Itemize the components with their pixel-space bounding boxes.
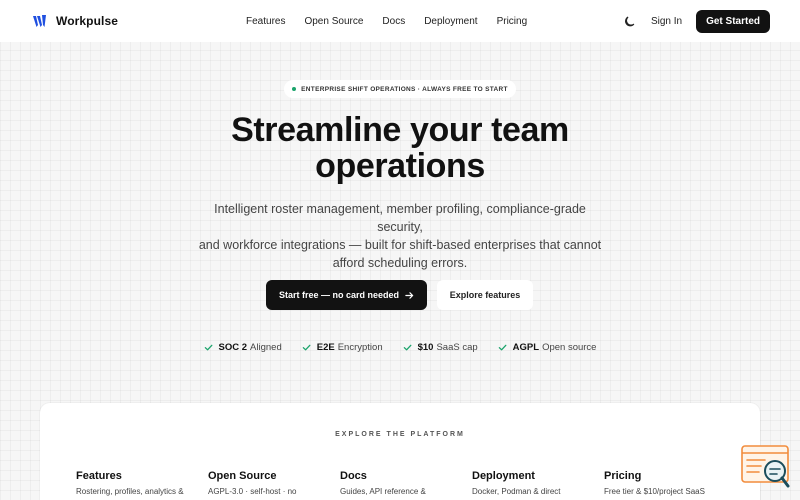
nav-link-open-source[interactable]: Open Source <box>304 16 363 27</box>
nav-links: Features Open Source Docs Deployment Pri… <box>246 0 527 42</box>
explore-features-button[interactable]: Explore features <box>437 280 533 310</box>
check-icon <box>498 343 507 352</box>
platform-col-title: Features <box>76 470 122 482</box>
badge-strong: SOC 2 <box>218 341 248 353</box>
badge-strong: E2E <box>316 341 335 353</box>
top-nav: Workpulse Features Open Source Docs Depl… <box>0 0 800 42</box>
hero-subtext: Intelligent roster management, member pr… <box>196 200 604 272</box>
platform-col-features[interactable]: Features Rostering, profiles, analytics … <box>76 470 208 497</box>
platform-col-desc: Free tier & $10/project SaaS <box>604 487 705 496</box>
platform-columns: Features Rostering, profiles, analytics … <box>76 470 736 497</box>
platform-col-desc: Rostering, profiles, analytics & <box>76 487 184 496</box>
badge-e2e: E2E Encryption <box>302 342 383 353</box>
start-free-button[interactable]: Start free — no card needed <box>266 280 427 310</box>
brand-logo[interactable]: Workpulse <box>32 13 118 29</box>
sign-in-link[interactable]: Sign In <box>651 16 682 27</box>
start-free-label: Start free — no card needed <box>278 290 400 300</box>
explore-platform-card: EXPLORE THE PLATFORM Features Rostering,… <box>40 403 760 500</box>
platform-col-title: Open Source <box>208 470 277 482</box>
badge-text: Encryption <box>337 341 383 353</box>
hero-subtext-line3: afford scheduling errors. <box>332 256 468 270</box>
get-started-button[interactable]: Get Started <box>696 9 770 33</box>
nav-link-deployment[interactable]: Deployment <box>424 16 477 27</box>
hero-headline: Streamline your team operations <box>150 112 650 184</box>
platform-col-open-source[interactable]: Open Source AGPL-3.0 · self-host · no <box>208 470 340 497</box>
badge-text: SaaS cap <box>436 341 478 353</box>
chat-search-icon <box>741 444 791 490</box>
platform-col-deployment[interactable]: Deployment Docker, Podman & direct <box>472 470 604 497</box>
nav-link-docs[interactable]: Docs <box>382 16 405 27</box>
platform-col-desc: Docker, Podman & direct <box>472 487 561 496</box>
trust-badges: SOC 2 Aligned E2E Encryption $10 SaaS cap A… <box>0 339 800 355</box>
platform-col-desc: AGPL-3.0 · self-host · no <box>208 487 297 496</box>
hero-headline-line1: Streamline your team <box>231 111 569 149</box>
badge-saas-cap: $10 SaaS cap <box>403 342 478 353</box>
hero-headline-line2: operations <box>315 147 485 185</box>
badge-text: Aligned <box>250 341 282 353</box>
hero-subtext-line1: Intelligent roster management, member pr… <box>214 202 586 234</box>
check-icon <box>403 343 412 352</box>
workpulse-logo-icon <box>32 13 48 29</box>
chat-widget-button[interactable] <box>741 444 791 490</box>
hero-tagline-text: ENTERPRISE SHIFT OPERATIONS · ALWAYS FRE… <box>301 85 508 93</box>
platform-col-title: Docs <box>340 470 367 482</box>
brand-name: Workpulse <box>56 14 119 28</box>
nav-actions: Sign In Get Started <box>624 0 770 42</box>
check-icon <box>204 343 213 352</box>
badge-soc2: SOC 2 Aligned <box>204 342 282 353</box>
badge-text: Open source <box>542 341 597 353</box>
badge-strong: $10 <box>417 341 434 353</box>
platform-col-title: Deployment <box>472 470 535 482</box>
platform-col-desc: Guides, API reference & <box>340 487 426 496</box>
platform-section-label: EXPLORE THE PLATFORM <box>335 431 465 438</box>
platform-col-pricing[interactable]: Pricing Free tier & $10/project SaaS <box>604 470 736 497</box>
status-dot-icon <box>292 87 297 91</box>
platform-col-title: Pricing <box>604 470 642 482</box>
platform-col-docs[interactable]: Docs Guides, API reference & <box>340 470 472 497</box>
nav-link-pricing[interactable]: Pricing <box>497 16 528 27</box>
hero-tagline-pill: ENTERPRISE SHIFT OPERATIONS · ALWAYS FRE… <box>284 80 516 98</box>
hero-subtext-line2: and workforce integrations — built for s… <box>198 238 602 252</box>
check-icon <box>302 343 311 352</box>
moon-icon[interactable] <box>624 15 637 28</box>
badge-strong: AGPL <box>512 341 540 353</box>
badge-agpl: AGPL Open source <box>498 341 597 353</box>
nav-link-features[interactable]: Features <box>246 16 285 27</box>
arrow-right-icon <box>405 291 414 300</box>
